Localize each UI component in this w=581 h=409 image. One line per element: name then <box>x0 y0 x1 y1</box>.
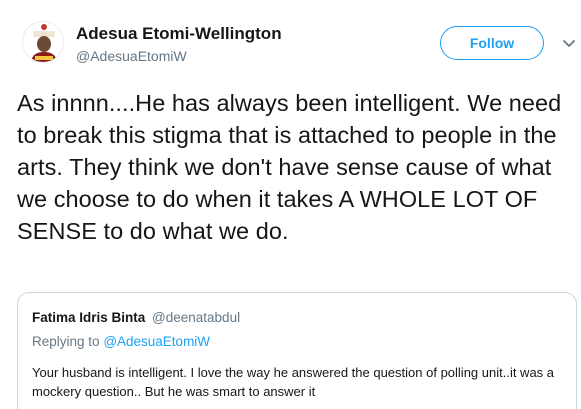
replying-prefix: Replying to <box>32 334 100 349</box>
chevron-down-icon[interactable] <box>561 35 577 51</box>
avatar-image-icon <box>23 22 63 62</box>
author-avatar[interactable] <box>22 21 64 63</box>
quoted-header: Fatima Idris Binta @deenatabdul <box>32 310 240 325</box>
replying-to-line: Replying to @AdesuaEtomiW <box>32 334 210 349</box>
author-handle[interactable]: @AdesuaEtomiW <box>76 48 187 64</box>
tweet-text: As innnn....He has always been intellige… <box>17 90 562 244</box>
quoted-author-handle: @deenatabdul <box>152 310 241 325</box>
tweet-header: Adesua Etomi-Wellington @AdesuaEtomiW Fo… <box>22 21 575 71</box>
author-name[interactable]: Adesua Etomi-Wellington <box>76 24 282 44</box>
quoted-text: Your husband is intelligent. I love the … <box>32 365 555 399</box>
replying-mention[interactable]: @AdesuaEtomiW <box>103 334 210 349</box>
follow-button[interactable]: Follow <box>440 26 544 60</box>
quoted-tweet[interactable]: Fatima Idris Binta @deenatabdul Replying… <box>17 292 577 409</box>
quoted-author-name: Fatima Idris Binta <box>32 310 146 325</box>
